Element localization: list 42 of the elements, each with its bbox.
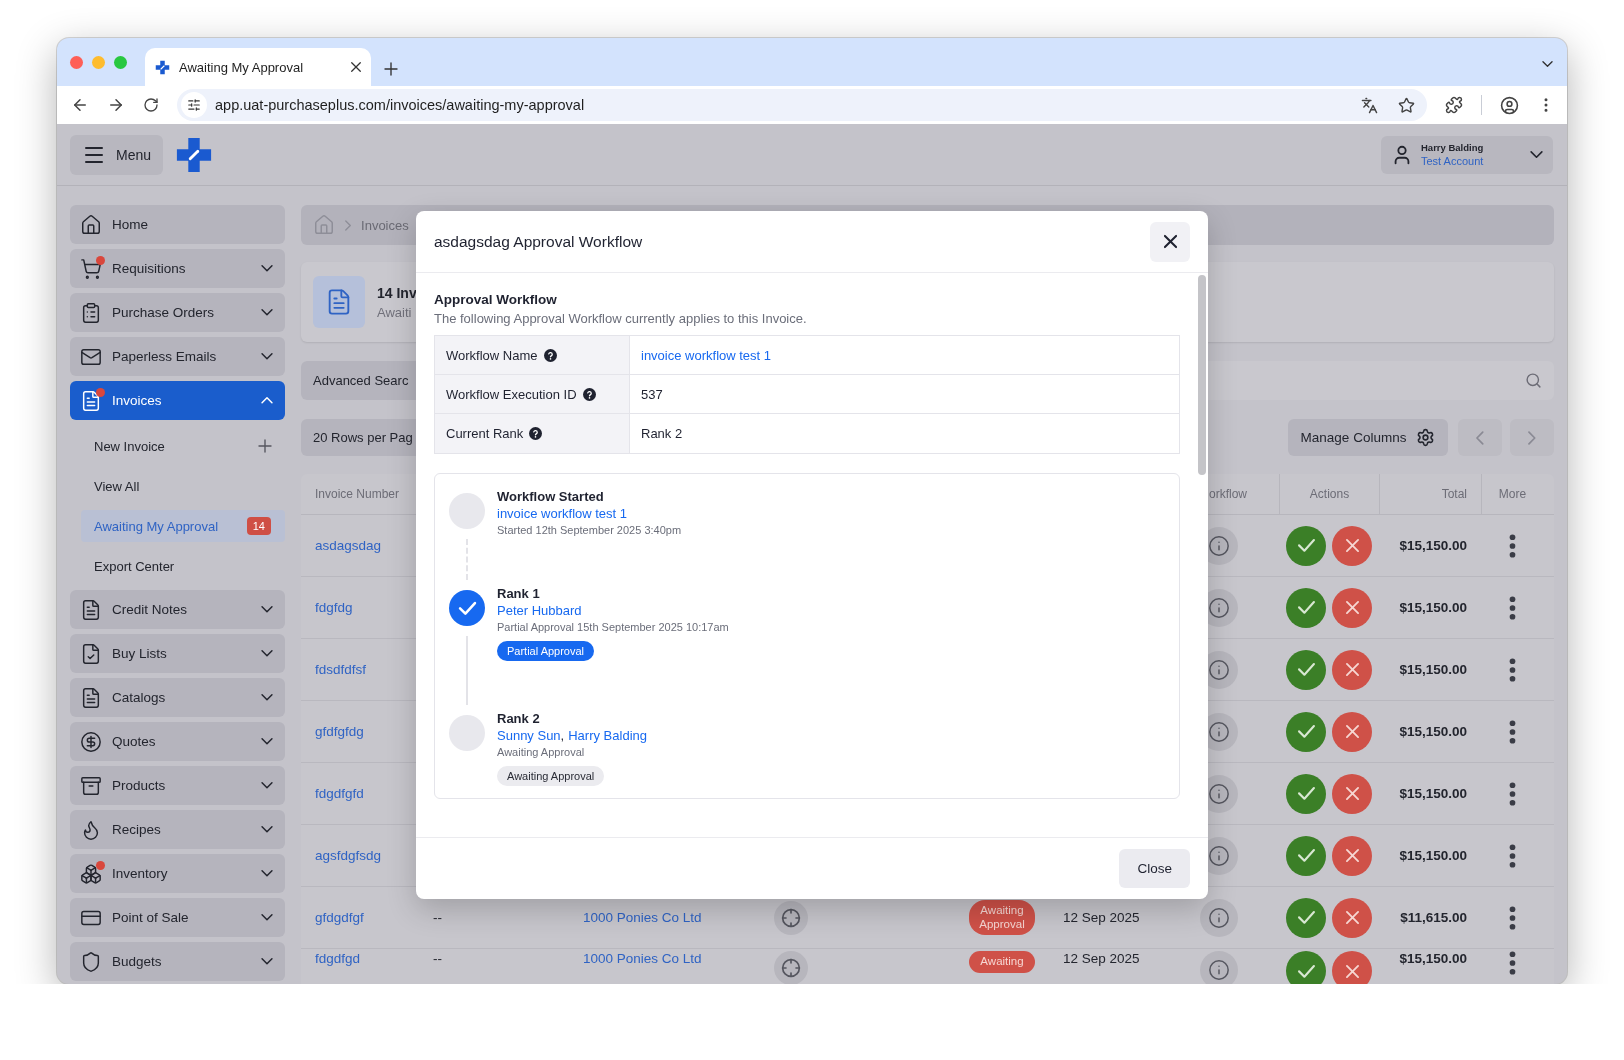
- step-detail: Awaiting Approval: [497, 746, 586, 758]
- page-title: 14 Inv: [377, 284, 417, 301]
- step-title: Rank 2: [497, 711, 541, 726]
- page-subtitle: Awaiti: [377, 304, 413, 320]
- url-text: app.uat-purchaseplus.com/invoices/awaiting-my-approval: [215, 97, 586, 113]
- table-cell: $15,150.00: [1399, 724, 1467, 739]
- table-cell: 12 Sep 2025: [1063, 951, 1140, 966]
- table-cell: $15,150.00: [1399, 662, 1467, 677]
- account-name: Test Account: [1421, 155, 1485, 167]
- table-cell: --: [433, 910, 442, 925]
- tab-title: Awaiting My Approval: [179, 59, 304, 75]
- dialog-title: asdagsdag Approval Workflow: [434, 232, 644, 251]
- step-title: Rank 1: [497, 586, 541, 601]
- status-badge: Awaiting Approval: [497, 766, 605, 786]
- status-badge: Awaiting: [969, 951, 1035, 973]
- value-cell-text: Rank 2: [640, 425, 684, 443]
- column-header: orkflow: [1208, 486, 1248, 503]
- value-cell-text: 537: [640, 385, 664, 404]
- column-header: More: [1481, 474, 1543, 514]
- table-cell: $15,150.00: [1399, 600, 1467, 615]
- column-header: Actions: [1279, 474, 1379, 514]
- section-description: The following Approval Workflow currently applies to this Invoice.: [434, 311, 808, 326]
- user-name: Harry Balding: [1421, 142, 1485, 153]
- table-cell: $15,150.00: [1399, 848, 1467, 863]
- table-cell: 12 Sep 2025: [1063, 910, 1140, 925]
- count-badge: 14: [246, 517, 271, 535]
- table-cell: $15,150.00: [1399, 538, 1467, 553]
- table-cell: $11,615.00: [1400, 910, 1467, 925]
- table-cell: --: [433, 951, 442, 966]
- table-cell: $15,150.00: [1399, 951, 1467, 966]
- step-detail: Partial Approval 15th September 2025 10:17am: [497, 621, 729, 633]
- status-badge: Partial Approval: [497, 641, 595, 661]
- table-cell: $15,150.00: [1399, 786, 1467, 801]
- field-label: Workflow Name: [446, 347, 538, 363]
- separator-text: ,: [560, 728, 565, 743]
- status-badge: Awaiting Approval: [969, 899, 1035, 936]
- field-label: Workflow Execution ID: [446, 386, 577, 402]
- step-title: Workflow Started: [497, 489, 605, 504]
- column-header: Invoice Number: [314, 486, 401, 503]
- step-detail: Started 12th September 2025 3:40pm: [497, 524, 682, 536]
- column-header: Total: [1379, 474, 1481, 514]
- section-heading: Approval Workflow: [434, 292, 558, 307]
